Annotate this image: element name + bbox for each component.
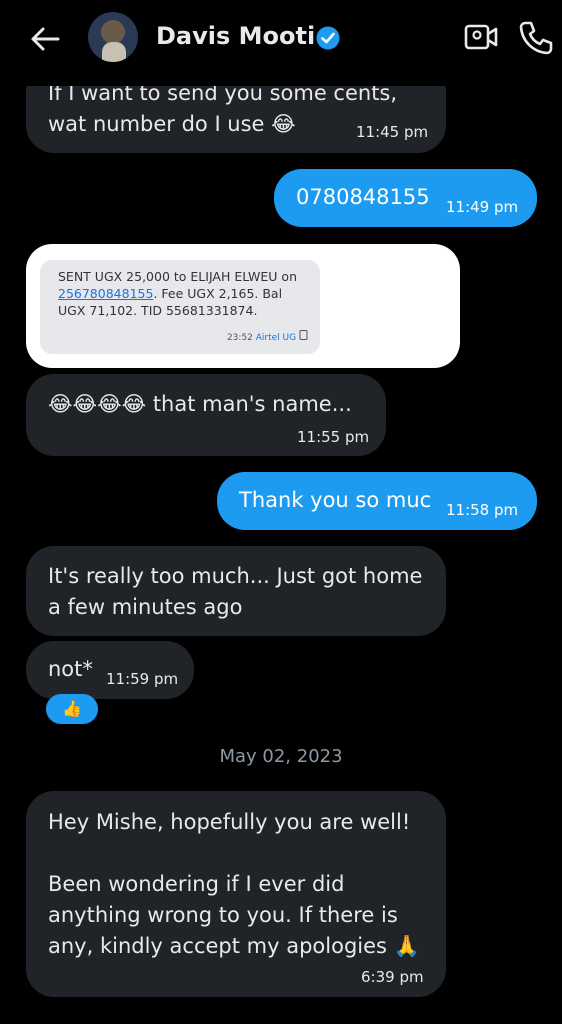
message-text: If I want to send you some cents, wat nu… — [48, 81, 398, 136]
back-arrow-icon[interactable] — [28, 22, 62, 56]
sms-phone-link: 256780848155 — [58, 286, 154, 301]
message-bubble-outgoing[interactable]: 0780848155 11:49 pm — [274, 169, 537, 227]
chat-header: Davis Mooti — [0, 0, 562, 86]
sms-meta: 23:52 Airtel UG — [227, 330, 308, 347]
date-separator: May 02, 2023 — [219, 746, 343, 767]
message-bubble-incoming[interactable]: 😂😂😂😂 that man's name... 11:55 pm — [26, 374, 386, 456]
message-text: 0780848155 — [296, 185, 430, 209]
reaction-badge[interactable]: 👍 — [46, 694, 98, 724]
sms-carrier: Airtel UG — [255, 333, 297, 343]
avatar[interactable] — [88, 12, 138, 62]
message-timestamp: 11:59 pm — [106, 670, 179, 688]
verified-badge-icon — [316, 26, 340, 50]
sim-icon — [299, 330, 308, 340]
sms-screenshot-image[interactable]: SENT UGX 25,000 to ELIJAH ELWEU on 25678… — [26, 244, 460, 368]
message-bubble-incoming[interactable]: Hey Mishe, hopefully you are well! Been … — [26, 791, 446, 997]
message-text: Hey Mishe, hopefully you are well! Been … — [48, 810, 420, 958]
message-text: 😂😂😂😂 that man's name... — [48, 392, 352, 416]
sms-bubble: SENT UGX 25,000 to ELIJAH ELWEU on 25678… — [40, 260, 320, 354]
message-timestamp: 11:55 pm — [297, 428, 370, 446]
sms-text: SENT UGX 25,000 to ELIJAH ELWEU on — [58, 269, 298, 284]
message-bubble-incoming[interactable]: not* 11:59 pm — [26, 641, 194, 699]
message-bubble-outgoing[interactable]: Thank you so muc 11:58 pm — [217, 472, 537, 530]
message-timestamp: 11:49 pm — [446, 198, 519, 216]
message-text: It's really too much... Just got home a … — [48, 564, 423, 619]
message-text: Thank you so muc — [239, 488, 432, 512]
phone-icon[interactable] — [518, 20, 554, 56]
video-call-icon[interactable] — [464, 22, 498, 52]
message-timestamp: 6:39 pm — [361, 968, 424, 986]
message-bubble-incoming[interactable]: It's really too much... Just got home a … — [26, 546, 446, 636]
sms-time: 23:52 — [226, 333, 253, 343]
contact-name[interactable]: Davis Mooti — [156, 22, 315, 50]
message-timestamp: 11:45 pm — [356, 123, 429, 141]
message-timestamp: 11:58 pm — [446, 501, 519, 519]
message-text: not* — [48, 657, 93, 681]
